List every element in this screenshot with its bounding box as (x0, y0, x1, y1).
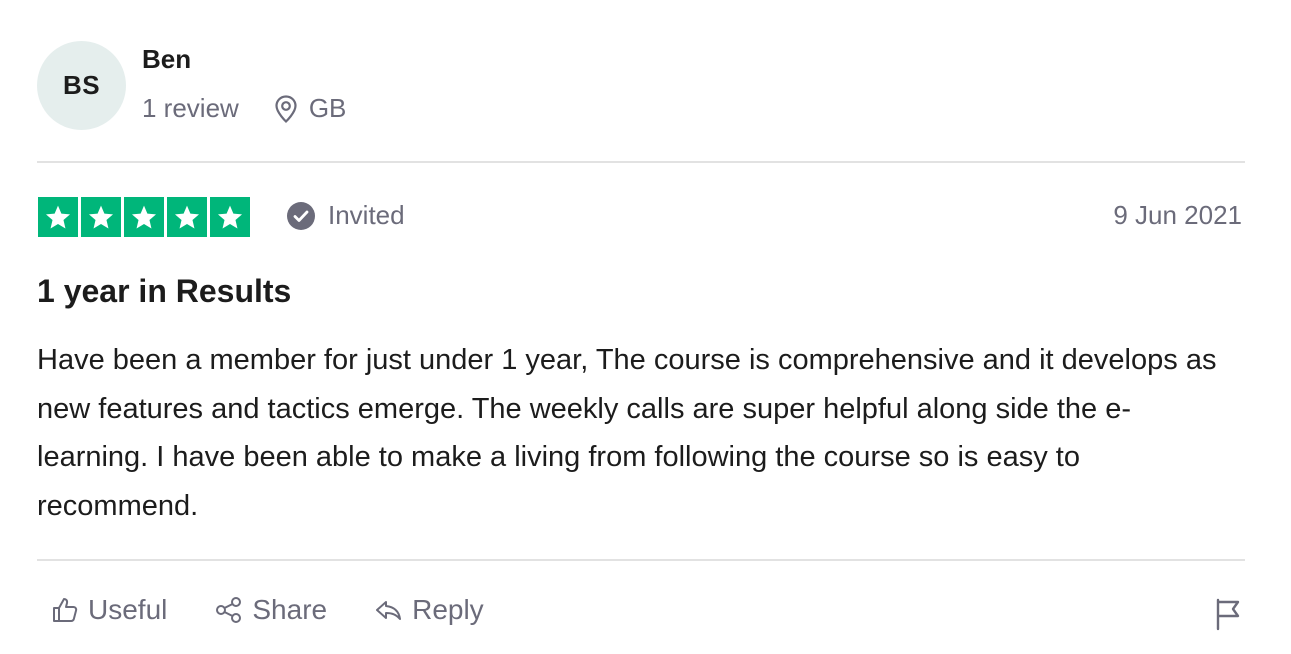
share-button[interactable]: Share (214, 594, 327, 626)
check-circle-icon (286, 201, 316, 231)
reviewer-location: GB (273, 93, 347, 124)
flag-icon[interactable] (1212, 597, 1244, 631)
review-count: 1 review (142, 93, 239, 123)
footer-divider (37, 559, 1245, 561)
review-card: BS Ben 1 review GB Invited 9 Jun 2021 1 … (0, 0, 1291, 654)
star-icon (81, 197, 121, 237)
header-divider (37, 161, 1245, 163)
invited-label: Invited (328, 200, 405, 230)
avatar[interactable]: BS (37, 41, 126, 130)
reply-icon (374, 595, 404, 625)
review-title[interactable]: 1 year in Results (37, 273, 291, 310)
thumbs-up-icon (50, 595, 80, 625)
useful-button[interactable]: Useful (50, 594, 167, 626)
share-label: Share (252, 594, 328, 625)
location-pin-icon (273, 94, 299, 124)
location-code: GB (308, 93, 347, 123)
star-icon (124, 197, 164, 237)
reply-label: Reply (412, 594, 484, 625)
reviewer-meta: 1 review GB (142, 93, 346, 124)
review-actions: Useful Share Reply (50, 594, 531, 626)
review-date: 9 Jun 2021 (1113, 200, 1242, 230)
review-body: Have been a member for just under 1 year… (37, 344, 1217, 522)
reply-button[interactable]: Reply (374, 594, 484, 626)
useful-label: Useful (88, 594, 168, 625)
star-rating (38, 197, 250, 237)
star-icon (167, 197, 207, 237)
star-icon (210, 197, 250, 237)
avatar-initials: BS (62, 70, 101, 100)
share-icon (214, 595, 244, 625)
reviewer-name[interactable]: Ben (142, 44, 191, 75)
invited-badge[interactable]: Invited (286, 200, 405, 231)
star-icon (38, 197, 78, 237)
